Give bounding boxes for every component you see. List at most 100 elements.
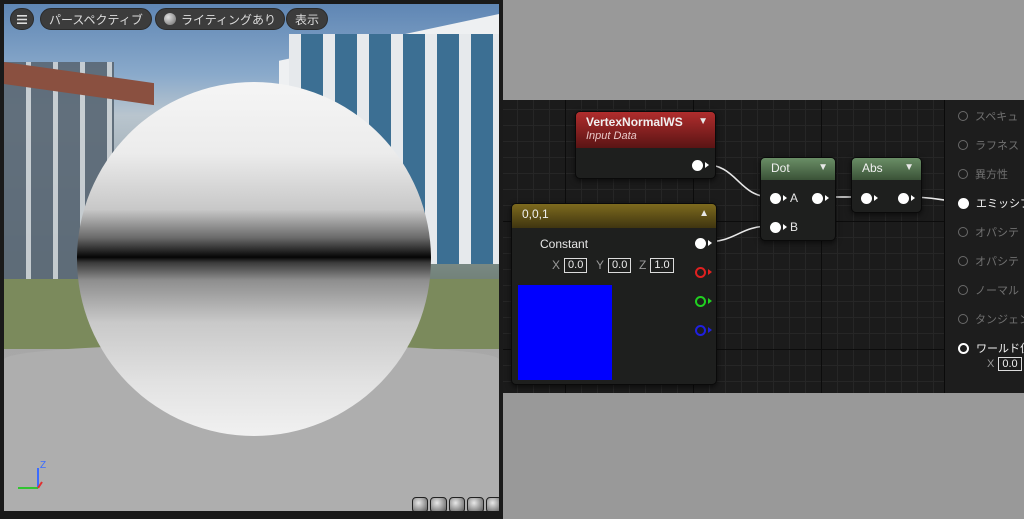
node-material-output[interactable]: スペキュ ラフネス 異方性 エミッシブ オパシテ オパシテ xyxy=(944,100,1024,393)
chevron-up-icon[interactable]: ▲ xyxy=(699,208,709,219)
node-dot-header[interactable]: Dot ▼ xyxy=(761,158,835,180)
node-vertex-normal-title: VertexNormalWS xyxy=(586,115,683,129)
input-pin-icon xyxy=(958,111,968,121)
node-constant-header[interactable]: 0,0,1 ▲ xyxy=(512,204,716,228)
pin-arrow-icon xyxy=(783,195,787,201)
output-world-position-label: ワールド位 xyxy=(976,343,1024,355)
node-dot-title: Dot xyxy=(771,161,790,175)
output-row-anisotropy[interactable]: 異方性 xyxy=(958,166,1008,182)
constant-y-label: Y xyxy=(596,258,605,272)
show-label: 表示 xyxy=(295,12,320,27)
constant-y-input[interactable]: 0.0 xyxy=(608,257,632,273)
node-constant3vector[interactable]: 0,0,1 ▲ Constant X 0.0 Y 0.0 Z 1.0 xyxy=(511,203,717,385)
node-dot[interactable]: Dot ▼ A B xyxy=(760,157,836,241)
cube-icon[interactable] xyxy=(467,497,484,511)
output-row-normal[interactable]: ノーマル xyxy=(958,282,1019,298)
lighting-mode-button[interactable]: ライティングあり xyxy=(155,8,286,30)
constant-b-output-pin[interactable] xyxy=(695,325,706,336)
constant-z-label: Z xyxy=(639,258,647,272)
node-abs-title: Abs xyxy=(862,161,883,175)
output-emissive-label: エミッシブ xyxy=(976,198,1024,210)
output-specular-label: スペキュ xyxy=(975,111,1019,123)
output-row-world-position-offset[interactable]: ワールド位 xyxy=(958,340,1024,356)
world-offset-x-label: X xyxy=(987,358,995,370)
pin-arrow-icon xyxy=(708,298,712,304)
pin-arrow-icon xyxy=(708,327,712,333)
constant-r-output-pin[interactable] xyxy=(695,267,706,278)
perspective-label: パースペクティブ xyxy=(49,12,143,27)
dot-input-a-pin[interactable] xyxy=(770,193,781,204)
constant-y-field: Y 0.0 xyxy=(596,257,632,273)
constant-x-input[interactable]: 0.0 xyxy=(564,257,588,273)
node-abs[interactable]: Abs ▼ xyxy=(851,157,922,213)
plane-icon[interactable] xyxy=(448,497,466,511)
axis-gizmo: Z xyxy=(16,460,56,496)
constant-color-swatch xyxy=(518,285,612,380)
output-row-opacity-mask[interactable]: オパシテ xyxy=(958,253,1019,269)
vertex-normal-output-pin[interactable] xyxy=(692,160,703,171)
abs-output-pin[interactable] xyxy=(898,193,909,204)
node-abs-header[interactable]: Abs ▼ xyxy=(852,158,921,180)
pin-arrow-icon xyxy=(708,240,712,246)
custom-mesh-icon[interactable] xyxy=(485,497,499,511)
dot-input-b-pin[interactable] xyxy=(770,222,781,233)
lit-sphere-icon xyxy=(164,13,176,25)
constant-x-field: X 0.0 xyxy=(552,257,588,273)
lighting-label: ライティングあり xyxy=(181,12,277,27)
material-graph-canvas[interactable]: VertexNormalWS Input Data ▼ Dot ▼ A B Ab… xyxy=(503,100,1024,393)
input-pin-icon xyxy=(958,285,968,295)
sphere-icon[interactable] xyxy=(430,497,447,511)
input-pin-icon xyxy=(958,227,968,237)
show-button[interactable]: 表示 xyxy=(286,8,329,30)
axis-z-label: Z xyxy=(40,460,47,471)
output-tangent-label: タンジェン xyxy=(975,314,1024,326)
dot-output-pin[interactable] xyxy=(812,193,823,204)
dot-input-b-label: B xyxy=(790,220,799,234)
node-vertex-normal-header[interactable]: VertexNormalWS Input Data ▼ xyxy=(576,112,715,148)
input-pin-icon xyxy=(958,169,968,179)
output-row-opacity[interactable]: オパシテ xyxy=(958,224,1019,240)
viewport-scene[interactable]: Z xyxy=(4,4,499,511)
pin-arrow-icon xyxy=(825,195,829,201)
input-pin-icon xyxy=(958,256,968,266)
input-pin-icon xyxy=(958,314,968,324)
world-offset-x-input[interactable]: 0.0 xyxy=(998,357,1022,371)
pin-arrow-icon xyxy=(874,195,878,201)
constant-z-field: Z 1.0 xyxy=(639,257,674,273)
constant-g-output-pin[interactable] xyxy=(695,296,706,307)
preview-shape-toolbar xyxy=(412,497,499,511)
node-vertex-normal-ws[interactable]: VertexNormalWS Input Data ▼ xyxy=(575,111,716,179)
output-opacity-label: オパシテ xyxy=(975,227,1019,239)
axis-gizmo-icon xyxy=(18,468,43,489)
output-row-emissive[interactable]: エミッシブ xyxy=(958,195,1024,211)
output-roughness-label: ラフネス xyxy=(975,140,1019,152)
input-pin-connected-icon xyxy=(958,197,969,209)
preview-sphere xyxy=(77,82,431,436)
pin-arrow-icon xyxy=(708,269,712,275)
constant-z-input[interactable]: 1.0 xyxy=(650,257,674,273)
abs-input-pin[interactable] xyxy=(861,193,872,204)
perspective-button[interactable]: パースペクティブ xyxy=(40,8,152,30)
material-preview-viewport[interactable]: Z パースペクティブ ライティングあり 表示 xyxy=(0,0,503,519)
input-pin-icon xyxy=(958,140,968,150)
chevron-down-icon[interactable]: ▼ xyxy=(818,162,828,173)
pin-arrow-icon xyxy=(783,224,787,230)
output-normal-label: ノーマル xyxy=(975,285,1019,297)
input-pin-icon xyxy=(958,342,969,354)
constant-label: Constant xyxy=(540,237,589,251)
chevron-down-icon[interactable]: ▼ xyxy=(904,162,914,173)
constant-rgb-output-pin[interactable] xyxy=(695,238,706,249)
output-row-tangent[interactable]: タンジェン xyxy=(958,311,1024,327)
node-vertex-normal-subtitle: Input Data xyxy=(586,130,637,142)
cylinder-icon[interactable] xyxy=(412,497,429,511)
viewport-menu-button[interactable] xyxy=(10,8,34,30)
world-offset-x-field: X 0.0 xyxy=(987,357,1022,371)
pin-arrow-icon xyxy=(705,162,709,168)
output-row-roughness[interactable]: ラフネス xyxy=(958,137,1019,153)
node-constant-title: 0,0,1 xyxy=(522,207,549,221)
chevron-down-icon[interactable]: ▼ xyxy=(698,116,708,127)
pin-arrow-icon xyxy=(911,195,915,201)
output-row-specular[interactable]: スペキュ xyxy=(958,108,1018,124)
dot-input-a-label: A xyxy=(790,191,799,205)
editor-root: Z パースペクティブ ライティングあり 表示 VertexNormalWS In… xyxy=(0,0,1024,519)
